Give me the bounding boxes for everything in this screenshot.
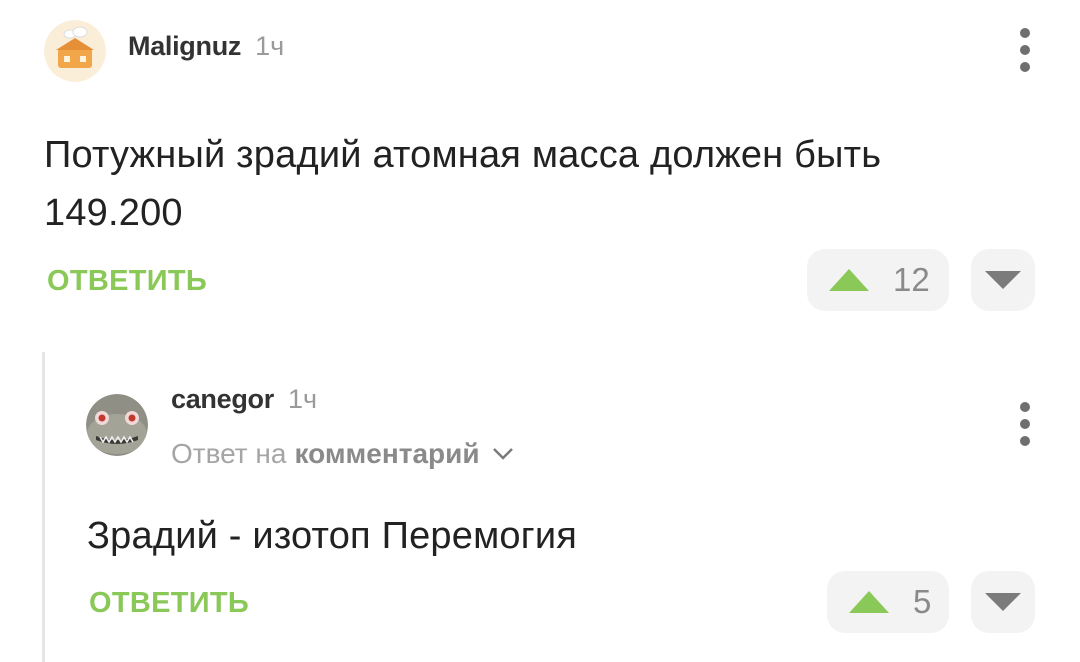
avatar-image [86, 394, 148, 456]
comment-text: Зрадий - изотоп Перемогия [87, 515, 578, 557]
triangle-up-icon [829, 269, 869, 291]
upvote-button[interactable]: 5 [827, 571, 949, 633]
vote-count: 5 [913, 583, 932, 620]
reply-to-prefix: Ответ на [171, 438, 287, 469]
triangle-down-icon [985, 593, 1021, 611]
username[interactable]: Malignuz [128, 31, 241, 62]
kebab-menu-icon[interactable] [1015, 402, 1035, 446]
downvote-button[interactable] [971, 571, 1035, 633]
triangle-down-icon [985, 271, 1021, 289]
avatar-canegor[interactable] [86, 394, 148, 456]
timestamp: 1ч [255, 31, 285, 61]
comment-text-line1: Потужный зрадий атомная масса должен быт… [44, 134, 882, 176]
thread-line [42, 352, 45, 662]
username[interactable]: canegor [171, 384, 274, 415]
downvote-button[interactable] [971, 249, 1035, 311]
reply-button[interactable]: ОТВЕТИТЬ [47, 265, 207, 298]
timestamp: 1ч [287, 384, 318, 414]
vote-count: 12 [893, 261, 930, 298]
kebab-menu-icon[interactable] [1015, 28, 1035, 72]
avatar-malignuz[interactable] [44, 20, 106, 82]
reply-button[interactable]: ОТВЕТИТЬ [89, 587, 249, 620]
reply-to-link[interactable]: Ответ на комментарий [171, 438, 514, 470]
triangle-up-icon [849, 591, 889, 613]
comment-text: Потужный зрадий атомная масса должен быт… [44, 126, 1044, 242]
chevron-down-icon [492, 448, 513, 460]
upvote-button[interactable]: 12 [807, 249, 949, 311]
avatar-image [44, 20, 106, 82]
comment-text-line2: 149.200 [44, 192, 183, 234]
reply-to-target: комментарий [294, 438, 480, 469]
